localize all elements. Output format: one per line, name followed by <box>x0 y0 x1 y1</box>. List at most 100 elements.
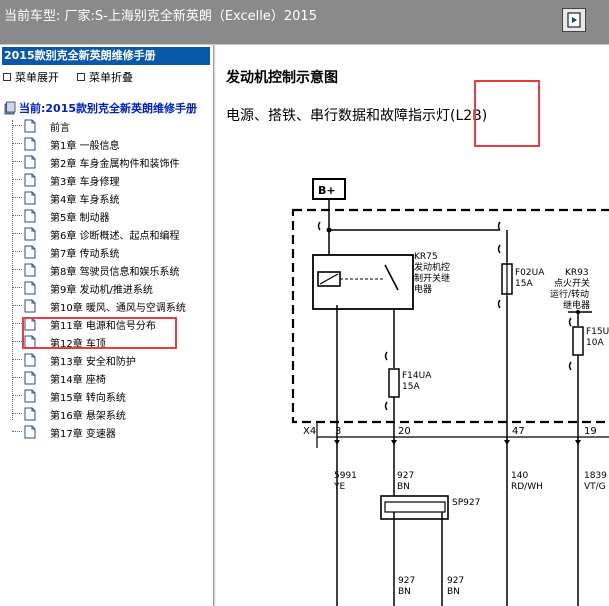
sp927-label: SP927 <box>452 498 480 508</box>
tree-item[interactable]: 第9章 发动机/推进系统 <box>12 279 207 297</box>
wire-140-color: RD/WH <box>511 482 543 492</box>
tree-item-label: 第1章 一般信息 <box>50 140 120 152</box>
page-icon <box>24 389 36 403</box>
tree-connector-line <box>12 413 22 415</box>
f14ua-label-0: F14UA <box>402 371 432 381</box>
page-icon <box>24 191 36 205</box>
tree-item[interactable]: 第12章 车顶 <box>12 333 207 351</box>
tree-item[interactable]: 第4章 车身系统 <box>12 189 207 207</box>
tree-item[interactable]: 第10章 暖风、通风与空调系统 <box>12 297 207 315</box>
pin-47: 47 <box>512 426 525 437</box>
kr75-label-1: 发动机控 <box>414 261 450 273</box>
kr93-label-3: 继电器 <box>563 299 590 311</box>
tree-item-label: 前言 <box>50 122 70 134</box>
tree-item-label: 第17章 变速器 <box>50 428 116 440</box>
kr93-label-0: KR93 <box>565 268 589 278</box>
book-title: 2015款别克全新英朗维修手册 <box>2 47 210 65</box>
exit-icon <box>567 12 581 28</box>
sidebar: 2015款别克全新英朗维修手册 菜单展开 菜单折叠 当前:2015款别克全新英朗… <box>0 45 213 606</box>
page-icon <box>24 173 36 187</box>
tree-connector-line <box>12 341 22 343</box>
tree-item-label: 第11章 电源和信号分布 <box>50 320 156 332</box>
kr93-label-2: 运行/转动 <box>550 288 589 300</box>
bplus-label: B+ <box>318 184 336 197</box>
tree-connector-line <box>12 161 22 163</box>
tree-connector-line <box>12 287 22 289</box>
tree-connector-line <box>12 269 22 271</box>
tree-item[interactable]: 第7章 传动系统 <box>12 243 207 261</box>
pin-3: 3 <box>335 426 341 437</box>
tree-connector-line <box>12 323 22 325</box>
f02ua-label-0: F02UA <box>515 268 545 278</box>
tree-item[interactable]: 第15章 转向系统 <box>12 387 207 405</box>
tree-item[interactable]: 第17章 变速器 <box>12 423 207 441</box>
bottom-wire-2-num: 927 <box>447 576 464 586</box>
current-book[interactable]: 当前:2015款别克全新英朗维修手册 <box>4 100 197 116</box>
page-icon <box>24 353 36 367</box>
tree-item-label: 第4章 车身系统 <box>50 194 120 206</box>
page-icon <box>24 137 36 151</box>
wiring-diagram: B+ KR75 发动机控 制开关继 电器 F02UA 15A KR93 点火开关 <box>291 178 609 606</box>
exit-button[interactable] <box>562 8 586 32</box>
wire-1839-num: 1839 <box>584 471 607 481</box>
f14ua-label-1: 15A <box>402 382 420 392</box>
tree-item[interactable]: 第16章 悬架系统 <box>12 405 207 423</box>
kr75-label-3: 电器 <box>414 283 432 295</box>
x4-label: X4 <box>303 426 316 437</box>
page-icon <box>24 155 36 169</box>
page-icon <box>24 281 36 295</box>
kr75-label-0: KR75 <box>414 252 438 262</box>
expand-icon <box>3 73 11 81</box>
tree-connector-line <box>12 251 22 253</box>
wire-5991-color: YE <box>333 482 345 492</box>
tree-item[interactable]: 第6章 诊断概述、起点和编程 <box>12 225 207 243</box>
tree-item-label: 第15章 转向系统 <box>50 392 126 404</box>
tree-connector-line <box>12 431 22 433</box>
expand-label: 菜单展开 <box>15 71 59 84</box>
tree-connector-line <box>12 197 22 199</box>
tree-connector-line <box>12 359 22 361</box>
tree-connector-line <box>12 233 22 235</box>
current-book-label: 当前:2015款别克全新英朗维修手册 <box>19 102 198 115</box>
collapse-menu-button[interactable]: 菜单折叠 <box>77 69 133 85</box>
wire-1839-color: VT/G <box>584 482 606 492</box>
page-icon <box>24 371 36 385</box>
page-icon <box>24 227 36 241</box>
tree-item[interactable]: 第5章 制动器 <box>12 207 207 225</box>
tree-item-label: 第10章 暖风、通风与空调系统 <box>50 302 186 314</box>
tree-item[interactable]: 第3章 车身修理 <box>12 171 207 189</box>
tree-item-label: 第13章 安全和防护 <box>50 356 136 368</box>
content-pane: 发动机控制示意图 电源、搭铁、串行数据和故障指示灯(L2B) B+ KR75 发… <box>216 45 609 606</box>
wire-927-color: BN <box>397 482 410 492</box>
page-icon <box>24 299 36 313</box>
page-icon <box>24 245 36 259</box>
f14ua-fuse <box>388 368 400 398</box>
tree-item-label: 第14章 座椅 <box>50 374 106 386</box>
kr75-label-2: 制开关继 <box>414 272 450 284</box>
tree-item-label: 第12章 车顶 <box>50 338 106 350</box>
f15u-label-1: 10A <box>586 338 604 348</box>
tree-connector-line <box>12 395 22 397</box>
tree-item-label: 第2章 车身金属构件和装饰件 <box>50 158 180 170</box>
tree-item[interactable]: 第11章 电源和信号分布 <box>12 315 207 333</box>
wire-5991-num: 5991 <box>334 471 357 481</box>
tree-connector-line <box>12 125 22 127</box>
tree-item-label: 第8章 驾驶员信息和娱乐系统 <box>50 266 180 278</box>
tree-item[interactable]: 前言 <box>12 117 207 135</box>
title-bar: 当前车型: 厂家:S-上海别克全新英朗（Excelle）2015 <box>0 0 609 44</box>
tree-item[interactable]: 第8章 驾驶员信息和娱乐系统 <box>12 261 207 279</box>
tree-item[interactable]: 第2章 车身金属构件和装饰件 <box>12 153 207 171</box>
module-outline <box>291 208 609 424</box>
expand-menu-button[interactable]: 菜单展开 <box>3 69 59 85</box>
window-title: 当前车型: 厂家:S-上海别克全新英朗（Excelle）2015 <box>4 9 317 24</box>
page-icon <box>24 335 36 349</box>
tree-item[interactable]: 第14章 座椅 <box>12 369 207 387</box>
page-icon <box>24 209 36 223</box>
wire-140-num: 140 <box>511 471 528 481</box>
tree-item[interactable]: 第13章 安全和防护 <box>12 351 207 369</box>
tree-item-label: 第6章 诊断概述、起点和编程 <box>50 230 180 242</box>
tree-item-label: 第3章 车身修理 <box>50 176 120 188</box>
pin-20: 20 <box>398 426 411 437</box>
tree-item[interactable]: 第1章 一般信息 <box>12 135 207 153</box>
kr93-label-1: 点火开关 <box>554 277 590 289</box>
